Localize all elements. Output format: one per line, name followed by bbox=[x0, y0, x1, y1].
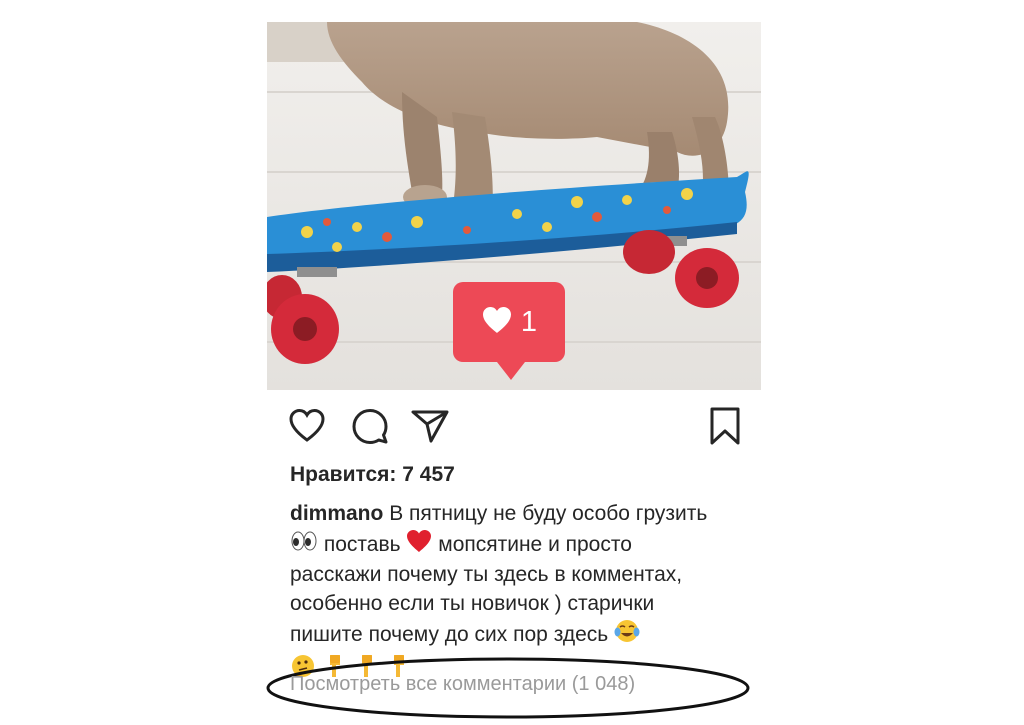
likes-count[interactable]: Нравится: 7 457 bbox=[290, 463, 455, 487]
caption-text-5: пишите почему до сих пор здесь bbox=[290, 622, 609, 646]
paper-plane-icon bbox=[409, 410, 451, 451]
bookmark-icon bbox=[704, 407, 746, 451]
action-bar bbox=[0, 405, 1024, 449]
heart-filled-icon bbox=[481, 306, 513, 339]
save-button[interactable] bbox=[704, 405, 746, 447]
like-notification-bubble: 1 bbox=[453, 282, 565, 380]
like-button[interactable] bbox=[286, 405, 328, 447]
caption-line-5: пишите почему до сих пор здесь bbox=[290, 618, 750, 653]
caption-text-1: В пятницу не буду особо грузить bbox=[389, 502, 708, 525]
comment-button[interactable] bbox=[349, 405, 391, 447]
eyes-emoji-icon bbox=[290, 530, 318, 561]
caption-line-1: dimmano В пятницу не буду особо грузить bbox=[290, 500, 750, 529]
caption-username[interactable]: dimmano bbox=[290, 502, 383, 525]
view-all-comments-link[interactable]: Посмотреть все комментарии (1 048) bbox=[290, 673, 635, 696]
like-notification-count: 1 bbox=[520, 305, 538, 338]
caption-line-3: расскажи почему ты здесь в комментах, bbox=[290, 563, 683, 586]
caption-text-2: поставь bbox=[323, 532, 401, 556]
heart-outline-icon bbox=[286, 408, 328, 451]
caption-line-4: особенно если ты новичок ) старички bbox=[290, 591, 655, 615]
tears-of-joy-emoji-icon bbox=[614, 618, 640, 653]
comment-bubble-icon bbox=[349, 409, 391, 451]
caption-text-2b: мопсятине и просто bbox=[438, 532, 632, 556]
caption-line-2: поставь мопсятине и просто bbox=[290, 529, 750, 562]
red-heart-emoji-icon bbox=[406, 529, 432, 562]
share-button[interactable] bbox=[409, 405, 451, 447]
